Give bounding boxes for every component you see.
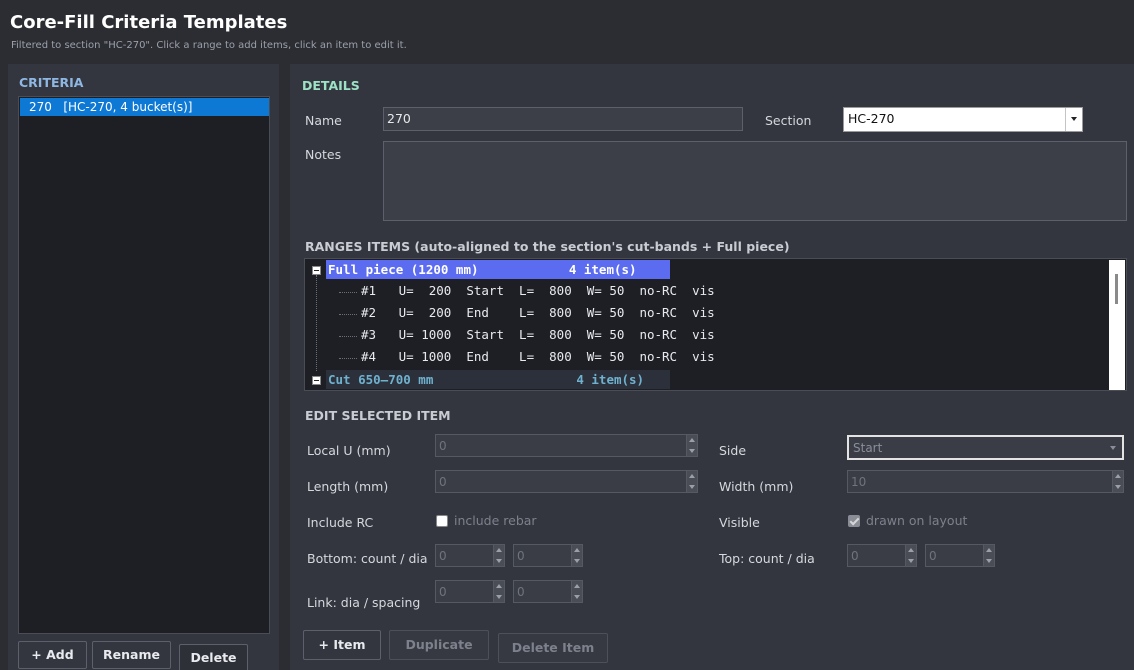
range-item[interactable]: #4 U= 1000 End L= 800 W= 50 no-RC vis xyxy=(361,347,715,367)
length-value: 0 xyxy=(439,475,447,489)
details-heading: DETAILS xyxy=(302,78,360,93)
chevron-down-icon xyxy=(1065,108,1082,131)
local-u-label: Local U (mm) xyxy=(307,443,391,458)
top-dia-value: 0 xyxy=(929,549,937,563)
tree-connector xyxy=(316,275,317,371)
bottom-label: Bottom: count / dia xyxy=(307,551,428,566)
notes-textarea[interactable] xyxy=(383,141,1127,221)
spinner-icon[interactable] xyxy=(493,581,504,602)
bottom-count-input[interactable]: 0 xyxy=(435,544,505,567)
bottom-count-value: 0 xyxy=(439,549,447,563)
ranges-heading: RANGES ITEMS (auto-aligned to the sectio… xyxy=(305,239,790,254)
spinner-icon[interactable] xyxy=(686,471,697,492)
drawn-on-layout-text: drawn on layout xyxy=(866,513,968,528)
spinner-icon[interactable] xyxy=(905,545,916,566)
include-rebar-checkbox[interactable] xyxy=(436,515,448,527)
range-item[interactable]: #3 U= 1000 Start L= 800 W= 50 no-RC vis xyxy=(361,325,715,345)
bottom-dia-value: 0 xyxy=(517,549,525,563)
include-rebar-text: include rebar xyxy=(454,513,537,528)
tree-connector xyxy=(339,358,357,359)
spinner-icon[interactable] xyxy=(571,545,582,566)
delete-criteria-button[interactable]: Delete xyxy=(179,644,248,670)
page-subtitle: Filtered to section "HC-270". Click a ra… xyxy=(11,40,407,51)
tree-scrollbar[interactable] xyxy=(1109,260,1125,390)
length-input[interactable]: 0 xyxy=(435,470,698,493)
criteria-heading: CRITERIA xyxy=(19,75,84,90)
spinner-icon[interactable] xyxy=(493,545,504,566)
local-u-input[interactable]: 0 xyxy=(435,434,698,457)
details-panel: DETAILS Name 270 Section HC-270 Notes RA… xyxy=(290,64,1134,670)
top-count-input[interactable]: 0 xyxy=(847,544,917,567)
chevron-down-icon xyxy=(1105,437,1122,458)
drawn-on-layout-checkbox[interactable] xyxy=(848,515,860,527)
link-dia-value: 0 xyxy=(439,585,447,599)
criteria-panel: CRITERIA 270 [HC-270, 4 bucket(s)] + Add… xyxy=(8,64,279,670)
spinner-icon[interactable] xyxy=(983,545,994,566)
width-label: Width (mm) xyxy=(719,479,794,494)
tree-connector xyxy=(339,292,357,293)
name-input[interactable]: 270 xyxy=(383,107,743,131)
duplicate-button[interactable]: Duplicate xyxy=(389,630,489,660)
link-spacing-value: 0 xyxy=(517,585,525,599)
section-select-value: HC-270 xyxy=(848,111,895,126)
spinner-icon[interactable] xyxy=(571,581,582,602)
spinner-icon[interactable] xyxy=(1112,471,1123,492)
criteria-list-item[interactable]: 270 [HC-270, 4 bucket(s)] xyxy=(20,98,269,116)
range-item[interactable]: #1 U= 200 Start L= 800 W= 50 no-RC vis xyxy=(361,281,715,301)
add-item-button[interactable]: + Item xyxy=(303,630,381,660)
length-label: Length (mm) xyxy=(307,479,389,494)
scrollbar-thumb[interactable] xyxy=(1115,274,1118,304)
side-select[interactable]: Start xyxy=(847,435,1124,460)
link-label: Link: dia / spacing xyxy=(307,595,421,610)
visible-label: Visible xyxy=(719,515,760,530)
edit-heading: EDIT SELECTED ITEM xyxy=(305,408,451,423)
width-value: 10 xyxy=(851,475,867,489)
delete-item-button[interactable]: Delete Item xyxy=(498,633,608,663)
bottom-dia-input[interactable]: 0 xyxy=(513,544,583,567)
range-item[interactable]: #2 U= 200 End L= 800 W= 50 no-RC vis xyxy=(361,303,715,323)
width-input[interactable]: 10 xyxy=(847,470,1124,493)
page-title: Core-Fill Criteria Templates xyxy=(10,12,288,33)
top-count-value: 0 xyxy=(851,549,859,563)
section-label: Section xyxy=(765,113,812,128)
ranges-tree[interactable]: Full piece (1200 mm) 4 item(s) #1 U= 200… xyxy=(304,258,1127,391)
criteria-list[interactable]: 270 [HC-270, 4 bucket(s)] xyxy=(18,96,270,634)
include-rc-label: Include RC xyxy=(307,515,374,530)
side-label: Side xyxy=(719,443,747,458)
top-label: Top: count / dia xyxy=(719,551,815,566)
spinner-icon[interactable] xyxy=(686,435,697,456)
link-dia-input[interactable]: 0 xyxy=(435,580,505,603)
rename-criteria-button[interactable]: Rename xyxy=(92,641,171,669)
add-criteria-button[interactable]: + Add xyxy=(18,641,87,669)
notes-label: Notes xyxy=(305,147,342,162)
local-u-value: 0 xyxy=(439,439,447,453)
tree-connector xyxy=(339,314,357,315)
side-select-value: Start xyxy=(853,441,883,455)
top-dia-input[interactable]: 0 xyxy=(925,544,995,567)
name-label: Name xyxy=(305,113,342,128)
range-group-full-piece[interactable]: Full piece (1200 mm) 4 item(s) xyxy=(326,260,670,279)
collapse-icon[interactable] xyxy=(312,266,321,275)
link-spacing-input[interactable]: 0 xyxy=(513,580,583,603)
range-group-cut[interactable]: Cut 650–700 mm 4 item(s) xyxy=(326,370,670,389)
section-select[interactable]: HC-270 xyxy=(843,107,1083,132)
tree-connector xyxy=(339,336,357,337)
collapse-icon[interactable] xyxy=(312,376,321,385)
